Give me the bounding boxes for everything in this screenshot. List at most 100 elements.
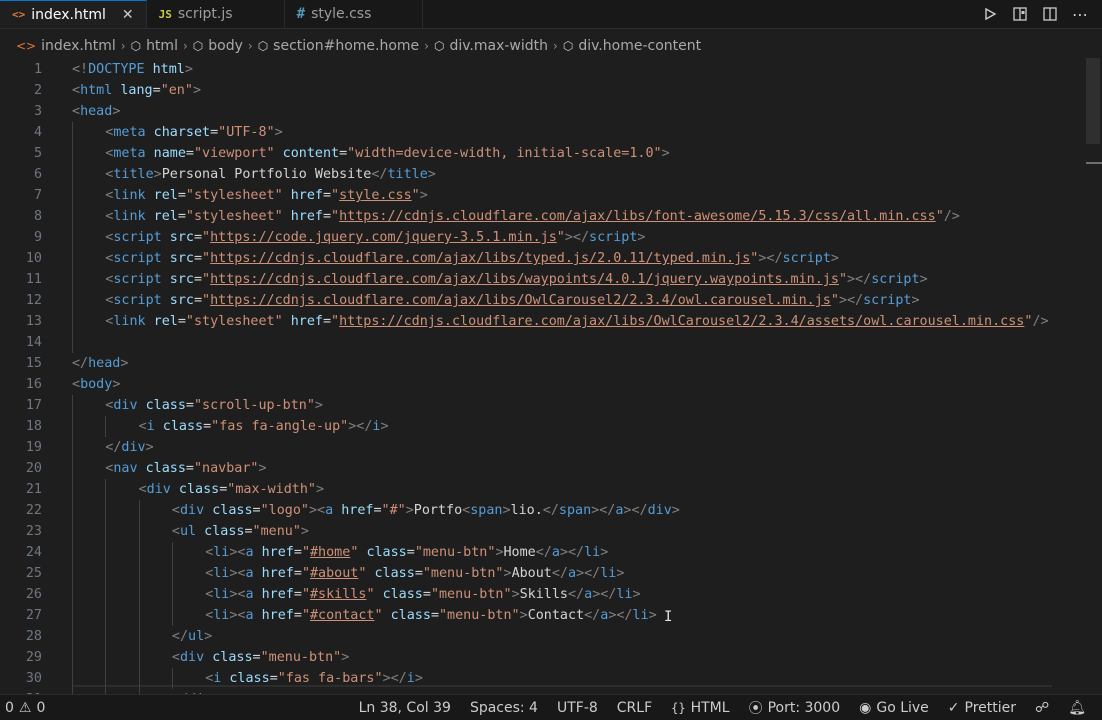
line-number: 17: [25, 398, 42, 413]
indent-guide: [72, 395, 73, 416]
indent-guide: [138, 647, 140, 668]
code-line[interactable]: 14: [0, 332, 1090, 353]
code-line[interactable]: 5 <meta name="viewport" content="width=de…: [0, 143, 1090, 164]
split-editor-icon[interactable]: [1042, 6, 1058, 22]
code-text: <div class="max-width">: [138, 482, 325, 497]
prettier-status[interactable]: ✓ Prettier: [948, 700, 1016, 716]
line-number: 19: [25, 440, 42, 455]
code-text: <div class="scroll-up-btn">: [105, 398, 323, 413]
line-number: 27: [25, 608, 42, 623]
cursor-position[interactable]: Ln 38, Col 39: [359, 700, 451, 716]
code-line[interactable]: 19 </div>: [0, 437, 1090, 458]
code-line[interactable]: 4 <meta charset="UTF-8">: [0, 122, 1090, 143]
code-editor[interactable]: 𝙸 1 <!DOCTYPE html> 2 <html lang="en"> 3 <hea…: [0, 58, 1102, 694]
run-icon[interactable]: [982, 6, 998, 22]
code-line[interactable]: 25 <li><a href="#about" class="menu-btn">…: [0, 563, 1090, 584]
status-bar: 0 ⚠ 0 Ln 38, Col 39 Spaces: 4 UTF-8 CRLF…: [0, 694, 1102, 720]
tab-style-css[interactable]: # style.css: [285, 0, 423, 28]
file-encoding[interactable]: UTF-8: [557, 700, 598, 716]
line-number: 25: [25, 566, 42, 581]
indent-guide: [72, 164, 73, 185]
code-line[interactable]: 18 <i class="fas fa-angle-up"></i>: [0, 416, 1090, 437]
code-line[interactable]: 21 <div class="max-width">: [0, 479, 1090, 500]
breadcrumb-item[interactable]: ⬡ div.max-width: [434, 38, 548, 54]
code-line[interactable]: 8 <link rel="stylesheet" href="https://cd…: [0, 206, 1090, 227]
code-text: <html lang="en">: [72, 83, 201, 98]
code-text: <script src="https://cdnjs.cloudflare.co…: [105, 293, 920, 308]
notifications-bell-icon[interactable]: 🔔︎: [1068, 700, 1086, 716]
code-text: <script src="https://cdnjs.cloudflare.co…: [105, 251, 839, 266]
indent-guide: [138, 500, 140, 521]
code-line[interactable]: 3 <head>: [0, 101, 1090, 122]
code-text: <script src="https://code.jquery.com/jqu…: [105, 230, 646, 245]
code-line[interactable]: 17 <div class="scroll-up-btn">: [0, 395, 1090, 416]
breadcrumb-item[interactable]: ⬡ section#home.home: [258, 38, 419, 54]
code-text: <div class="logo"><a href="#">Portfo<spa…: [171, 503, 680, 518]
open-preview-icon[interactable]: [1012, 6, 1028, 22]
code-text: <body>: [72, 377, 121, 392]
code-line[interactable]: 11 <script src="https://cdnjs.cloudflare.…: [0, 269, 1090, 290]
language-mode[interactable]: {} HTML: [671, 700, 729, 716]
line-number: 22: [25, 503, 42, 518]
chevron-right-icon: ›: [182, 39, 188, 53]
code-line[interactable]: 9 <script src="https://code.jquery.com/jq…: [0, 227, 1090, 248]
code-line[interactable]: 2 <html lang="en">: [0, 80, 1090, 101]
code-text: </head>: [72, 356, 129, 371]
breadcrumb-item[interactable]: <> index.html: [16, 38, 116, 54]
breadcrumb-item[interactable]: ⬡ div.home-content: [563, 38, 701, 54]
code-line[interactable]: 30 <i class="fas fa-bars"></i>: [0, 668, 1090, 689]
line-number: 29: [25, 650, 42, 665]
code-text: <li><a href="#contact" class="menu-btn">…: [205, 608, 657, 623]
problems-indicator[interactable]: 0 ⚠ 0: [0, 700, 45, 716]
code-line[interactable]: 6 <title>Personal Portfolio Website</titl…: [0, 164, 1090, 185]
line-number: 21: [25, 482, 42, 497]
code-line[interactable]: 27 <li><a href="#contact" class="menu-btn…: [0, 605, 1090, 626]
indent-guide: [72, 668, 73, 689]
tab-index-html[interactable]: <> index.html ✕: [0, 0, 147, 28]
more-actions-icon[interactable]: ⋯: [1072, 5, 1088, 24]
indent-guide: [171, 563, 173, 584]
line-number: 1: [33, 62, 42, 77]
tab-script-js[interactable]: JS script.js: [147, 0, 285, 28]
html-file-icon: <>: [12, 8, 26, 21]
tab-label: style.css: [311, 6, 372, 22]
live-server-port[interactable]: ⦿ Port: 3000: [749, 698, 841, 718]
code-line[interactable]: 20 <nav class="navbar">: [0, 458, 1090, 479]
indent-guide: [138, 605, 140, 626]
code-line[interactable]: 28 </ul>: [0, 626, 1090, 647]
breadcrumb-item[interactable]: ⬡ html: [131, 38, 178, 54]
code-line[interactable]: 12 <script src="https://cdnjs.cloudflare.…: [0, 290, 1090, 311]
indent-guide: [105, 605, 107, 626]
indent-guide: [72, 521, 73, 542]
indent-guide: [72, 437, 73, 458]
code-text: <nav class="navbar">: [105, 461, 267, 476]
indent-guide: [138, 668, 140, 689]
code-line[interactable]: 29 <div class="menu-btn">: [0, 647, 1090, 668]
indentation-setting[interactable]: Spaces: 4: [470, 700, 538, 716]
indent-guide: [138, 521, 140, 542]
code-line[interactable]: 24 <li><a href="#home" class="menu-btn">H…: [0, 542, 1090, 563]
code-line[interactable]: 10 <script src="https://cdnjs.cloudflare.…: [0, 248, 1090, 269]
indent-guide: [72, 584, 73, 605]
line-ending[interactable]: CRLF: [617, 700, 652, 716]
code-line[interactable]: 1 <!DOCTYPE html>: [0, 59, 1090, 80]
code-line[interactable]: 22 <div class="logo"><a href="#">Portfo<s…: [0, 500, 1090, 521]
go-live-button[interactable]: ◉ Go Live: [859, 700, 929, 716]
code-line[interactable]: 13 <link rel="stylesheet" href="https://c…: [0, 311, 1090, 332]
code-text: <title>Personal Portfolio Website</title…: [105, 167, 436, 182]
element-cube-icon: ⬡: [130, 39, 142, 53]
code-line[interactable]: 23 <ul class="menu">: [0, 521, 1090, 542]
warning-icon: ⚠: [18, 699, 32, 716]
code-line[interactable]: 7 <link rel="stylesheet" href="style.css"…: [0, 185, 1090, 206]
feedback-icon[interactable]: ☍: [1035, 700, 1049, 716]
code-line[interactable]: 15 </head>: [0, 353, 1090, 374]
indent-guide: [72, 563, 73, 584]
code-line[interactable]: 16 <body>: [0, 374, 1090, 395]
html-file-icon: <>: [16, 39, 37, 53]
line-number: 28: [25, 629, 42, 644]
breadcrumb-item[interactable]: ⬡ body: [193, 38, 243, 54]
signal-icon: ◉: [859, 699, 872, 716]
line-number: 23: [25, 524, 42, 539]
close-tab-icon[interactable]: ✕: [122, 7, 134, 23]
code-line[interactable]: 26 <li><a href="#skills" class="menu-btn"…: [0, 584, 1090, 605]
